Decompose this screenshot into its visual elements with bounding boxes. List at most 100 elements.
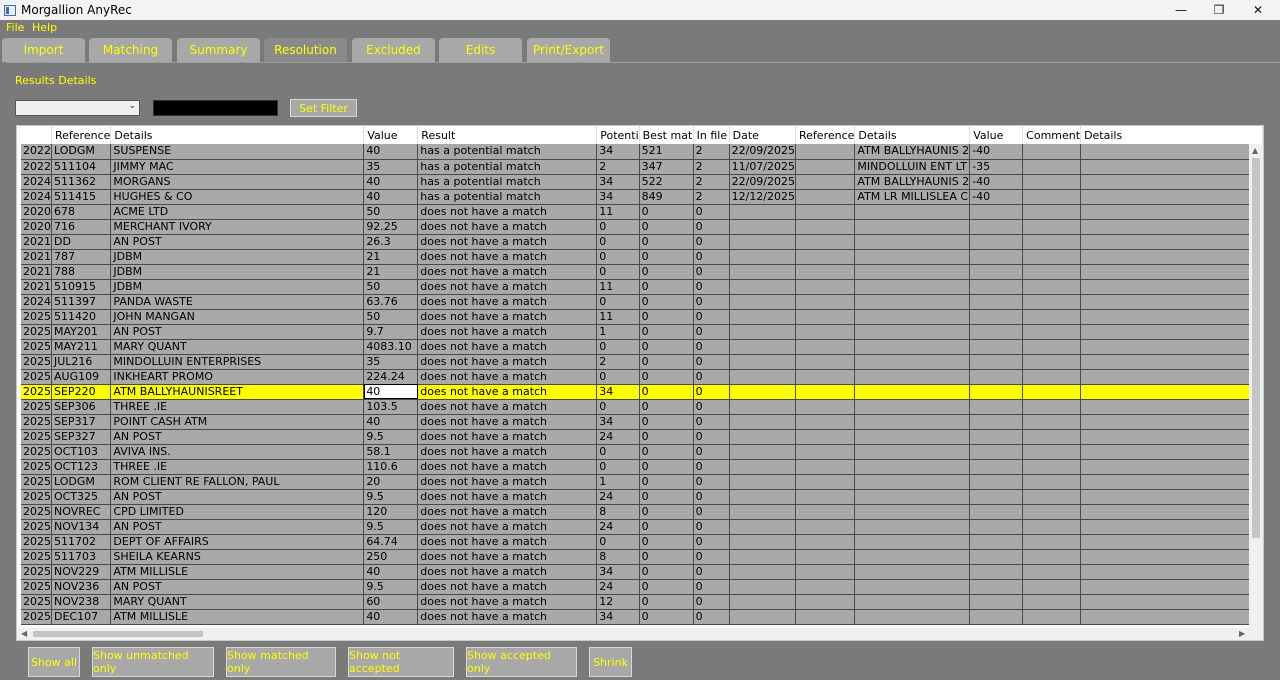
table-cell[interactable] bbox=[795, 159, 856, 175]
table-cell[interactable] bbox=[1022, 579, 1082, 595]
table-cell[interactable] bbox=[729, 564, 797, 580]
show-accepted-only-button[interactable]: Show accepted only bbox=[466, 647, 577, 677]
tab-excluded[interactable]: Excluded bbox=[352, 38, 435, 62]
table-cell[interactable] bbox=[854, 579, 971, 595]
table-cell[interactable]: does not have a match bbox=[417, 579, 598, 595]
table-cell[interactable]: 511702 bbox=[51, 534, 112, 550]
table-cell[interactable]: 0 bbox=[596, 369, 640, 385]
table-cell[interactable]: 0 bbox=[639, 354, 694, 370]
table-cell[interactable]: OCT123 bbox=[51, 459, 112, 475]
table-cell[interactable]: 0 bbox=[693, 444, 730, 460]
table-cell[interactable] bbox=[795, 264, 856, 280]
table-cell[interactable] bbox=[795, 474, 856, 490]
horizontal-scroll-thumb[interactable] bbox=[33, 631, 203, 637]
table-cell[interactable]: 2025 bbox=[21, 549, 52, 565]
table-cell[interactable] bbox=[795, 144, 856, 160]
table-cell[interactable] bbox=[1080, 174, 1263, 190]
table-cell[interactable]: 40 bbox=[363, 189, 419, 205]
table-cell[interactable]: ATM LR MILLISLEA C bbox=[854, 189, 971, 205]
table-cell[interactable]: 522 bbox=[639, 174, 694, 190]
table-cell[interactable]: 0 bbox=[639, 324, 694, 340]
table-cell[interactable] bbox=[795, 414, 856, 430]
table-row[interactable]: 2024 511415 HUGHES & CO 40 has a potential m… bbox=[21, 189, 1263, 205]
table-cell[interactable]: 40 bbox=[363, 174, 419, 190]
table-cell[interactable] bbox=[729, 309, 797, 325]
table-cell[interactable] bbox=[795, 504, 856, 520]
table-cell[interactable] bbox=[729, 489, 797, 505]
table-cell[interactable]: 0 bbox=[693, 504, 730, 520]
table-row[interactable]: 2025 MAY211 MARY QUANT 4083.10 does not have… bbox=[21, 339, 1263, 355]
table-row[interactable]: 2025 SEP327 AN POST 9.5 does not have a matc… bbox=[21, 429, 1263, 445]
table-cell[interactable] bbox=[969, 609, 1024, 625]
table-cell[interactable]: THREE .IE bbox=[110, 459, 365, 475]
table-cell[interactable] bbox=[1080, 594, 1263, 610]
table-cell[interactable] bbox=[729, 384, 797, 400]
table-cell[interactable]: does not have a match bbox=[417, 219, 598, 235]
table-cell[interactable]: 2 bbox=[693, 159, 730, 175]
table-cell[interactable]: DEPT OF AFFAIRS bbox=[110, 534, 365, 550]
column-header[interactable]: Details bbox=[854, 126, 971, 144]
table-cell[interactable] bbox=[795, 609, 856, 625]
table-cell[interactable]: 63.76 bbox=[363, 294, 419, 310]
table-cell[interactable]: 511104 bbox=[51, 159, 112, 175]
table-cell[interactable]: 224.24 bbox=[363, 369, 419, 385]
table-cell[interactable]: NOV238 bbox=[51, 594, 112, 610]
table-cell[interactable]: 2025 bbox=[21, 429, 52, 445]
table-cell[interactable]: 1 bbox=[596, 324, 640, 340]
table-cell[interactable]: does not have a match bbox=[417, 459, 598, 475]
table-cell[interactable] bbox=[1080, 504, 1263, 520]
horizontal-scrollbar[interactable]: ◀ ▶ bbox=[17, 628, 1263, 640]
table-cell[interactable]: does not have a match bbox=[417, 594, 598, 610]
menu-help[interactable]: Help bbox=[32, 21, 57, 34]
table-cell[interactable]: 2025 bbox=[21, 399, 52, 415]
table-row[interactable]: 2025 511702 DEPT OF AFFAIRS 64.74 does not h… bbox=[21, 534, 1263, 550]
table-cell[interactable]: ATM BALLYHAUNIS 2 bbox=[854, 174, 971, 190]
table-cell[interactable] bbox=[1080, 264, 1263, 280]
table-cell[interactable]: 2024 bbox=[21, 189, 52, 205]
table-cell[interactable]: LODGM bbox=[51, 474, 112, 490]
tab-matching[interactable]: Matching bbox=[89, 38, 172, 62]
table-cell[interactable] bbox=[795, 324, 856, 340]
table-cell[interactable] bbox=[1022, 174, 1082, 190]
table-cell[interactable]: ATM BALLYHAUNIS 2 bbox=[854, 144, 971, 160]
table-cell[interactable]: MAY201 bbox=[51, 324, 112, 340]
table-cell[interactable] bbox=[729, 429, 797, 445]
table-cell[interactable] bbox=[729, 594, 797, 610]
table-cell[interactable] bbox=[969, 369, 1024, 385]
column-header[interactable]: Reference bbox=[51, 126, 112, 144]
table-cell[interactable] bbox=[969, 204, 1024, 220]
table-cell[interactable] bbox=[854, 279, 971, 295]
table-cell[interactable]: 510915 bbox=[51, 279, 112, 295]
table-cell[interactable]: 2020 bbox=[21, 204, 52, 220]
table-cell[interactable]: 2 bbox=[693, 189, 730, 205]
table-cell[interactable]: 0 bbox=[596, 339, 640, 355]
table-cell[interactable]: does not have a match bbox=[417, 264, 598, 280]
table-cell[interactable]: 511397 bbox=[51, 294, 112, 310]
table-cell[interactable] bbox=[1022, 519, 1082, 535]
table-cell[interactable]: 0 bbox=[693, 579, 730, 595]
table-cell[interactable]: 2025 bbox=[21, 459, 52, 475]
table-cell[interactable] bbox=[854, 324, 971, 340]
table-cell[interactable] bbox=[795, 594, 856, 610]
table-cell[interactable] bbox=[969, 339, 1024, 355]
tab-edits[interactable]: Edits bbox=[439, 38, 522, 62]
table-cell[interactable]: 0 bbox=[693, 384, 730, 400]
table-cell[interactable] bbox=[1080, 309, 1263, 325]
table-cell[interactable]: 11 bbox=[596, 309, 640, 325]
table-cell[interactable] bbox=[854, 204, 971, 220]
table-cell[interactable]: -35 bbox=[969, 159, 1024, 175]
table-cell[interactable]: JDBM bbox=[110, 279, 365, 295]
table-cell[interactable]: POINT CASH ATM bbox=[110, 414, 365, 430]
table-cell[interactable] bbox=[969, 549, 1024, 565]
table-row[interactable]: 2025 LODGM ROM CLIENT RE FALLON, PAUL 20 doe… bbox=[21, 474, 1263, 490]
table-cell[interactable] bbox=[1022, 309, 1082, 325]
table-cell[interactable]: 2 bbox=[693, 144, 730, 160]
table-cell[interactable] bbox=[795, 384, 856, 400]
table-cell[interactable] bbox=[795, 444, 856, 460]
table-cell[interactable]: 0 bbox=[596, 459, 640, 475]
table-cell[interactable] bbox=[854, 444, 971, 460]
table-cell[interactable] bbox=[1022, 609, 1082, 625]
table-cell[interactable]: 0 bbox=[693, 549, 730, 565]
table-cell[interactable]: 2025 bbox=[21, 384, 52, 400]
table-cell[interactable] bbox=[854, 339, 971, 355]
